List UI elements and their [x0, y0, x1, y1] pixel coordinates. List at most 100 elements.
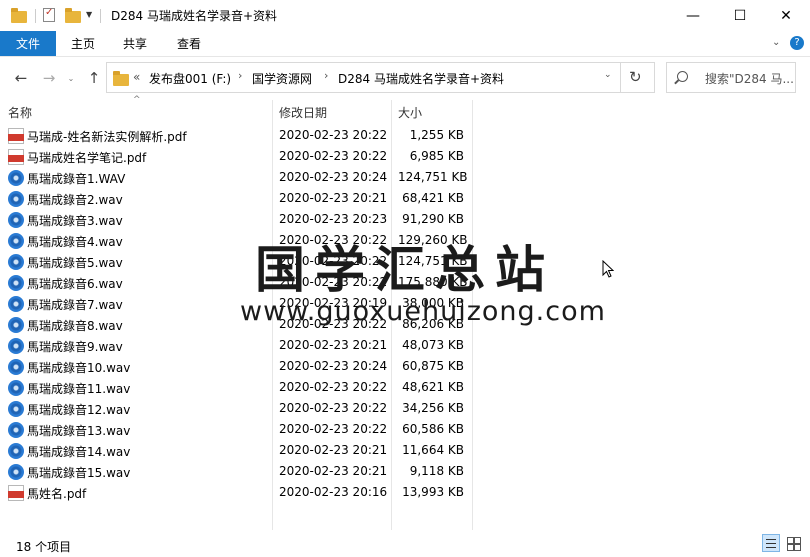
- details-view-icon[interactable]: [762, 534, 780, 552]
- file-date: 2020-02-23 20:21: [279, 191, 388, 205]
- address-folder-icon: [113, 71, 129, 86]
- maximize-button[interactable]: ☐: [717, 0, 763, 31]
- file-row[interactable]: 馬瑞成錄音11.wav 2020-02-23 20:22 48,621 KB: [0, 377, 810, 398]
- file-name[interactable]: 马瑞成-姓名新法实例解析.pdf: [27, 128, 187, 145]
- ribbon-expand-icon[interactable]: ⌄: [772, 37, 780, 48]
- tab-home[interactable]: 主页: [71, 31, 95, 56]
- file-name[interactable]: 馬瑞成錄音10.wav: [27, 359, 130, 376]
- new-folder-icon[interactable]: [65, 8, 81, 23]
- file-name[interactable]: 馬瑞成錄音12.wav: [27, 401, 130, 418]
- file-row[interactable]: 馬瑞成錄音12.wav 2020-02-23 20:22 34,256 KB: [0, 398, 810, 419]
- file-row[interactable]: 馬瑞成錄音2.wav 2020-02-23 20:21 68,421 KB: [0, 188, 810, 209]
- breadcrumb-current[interactable]: D284 马瑞成姓名学录音+资料: [338, 70, 504, 87]
- search-box[interactable]: 搜索"D284 马...: [666, 62, 796, 93]
- file-date: 2020-02-23 20:21: [279, 443, 388, 457]
- file-name[interactable]: 馬瑞成錄音5.wav: [27, 254, 123, 271]
- pdf-badge-icon: [8, 491, 24, 498]
- file-size: 9,118 KB: [409, 464, 464, 478]
- details-line: [766, 543, 776, 544]
- file-name[interactable]: 馬瑞成錄音14.wav: [27, 443, 130, 460]
- file-size: 48,621 KB: [402, 380, 464, 394]
- forward-arrow-icon[interactable]: →: [38, 68, 60, 88]
- audio-file-icon: [8, 296, 24, 312]
- file-name[interactable]: 馬瑞成錄音15.wav: [27, 464, 130, 481]
- watermark-title: 国学汇总站: [255, 241, 555, 299]
- file-date: 2020-02-23 20:23: [279, 212, 388, 226]
- help-icon[interactable]: ?: [790, 36, 804, 50]
- file-name[interactable]: 馬姓名.pdf: [27, 485, 86, 502]
- watermark-url: www.guoxuehuizong.com: [240, 296, 606, 327]
- audio-file-icon: [8, 359, 24, 375]
- refresh-icon[interactable]: ↻: [629, 68, 642, 86]
- tile-square: [787, 537, 794, 544]
- status-item-count: 18 个项目: [16, 540, 72, 554]
- file-name[interactable]: 马瑞成姓名学笔记.pdf: [27, 149, 146, 166]
- file-name[interactable]: 馬瑞成錄音6.wav: [27, 275, 123, 292]
- large-icons-view-icon[interactable]: [784, 534, 802, 552]
- file-name[interactable]: 馬瑞成錄音1.WAV: [27, 170, 125, 187]
- audio-file-icon: [8, 317, 24, 333]
- window-title: D284 马瑞成姓名学录音+资料: [111, 9, 278, 23]
- pdf-file-icon: [8, 128, 24, 144]
- pdf-badge-icon: [8, 134, 24, 141]
- up-arrow-icon[interactable]: ↑: [83, 68, 105, 88]
- audio-file-icon: [8, 212, 24, 228]
- minimize-button[interactable]: —: [670, 0, 716, 31]
- column-header-date[interactable]: 修改日期: [279, 104, 327, 121]
- file-row[interactable]: 馬瑞成錄音13.wav 2020-02-23 20:22 60,586 KB: [0, 419, 810, 440]
- file-name[interactable]: 馬瑞成錄音11.wav: [27, 380, 130, 397]
- file-row[interactable]: 马瑞成姓名学笔记.pdf 2020-02-23 20:22 6,985 KB: [0, 146, 810, 167]
- file-row[interactable]: 馬瑞成錄音1.WAV 2020-02-23 20:24 124,751 KB: [0, 167, 810, 188]
- column-header-size[interactable]: 大小: [398, 104, 422, 121]
- file-name[interactable]: 馬瑞成錄音9.wav: [27, 338, 123, 355]
- file-row[interactable]: 馬瑞成錄音3.wav 2020-02-23 20:23 91,290 KB: [0, 209, 810, 230]
- search-input[interactable]: 搜索"D284 马...: [705, 70, 794, 87]
- title-bar: ✓ ▼ D284 马瑞成姓名学录音+资料 — ☐ ✕: [0, 0, 810, 31]
- address-dropdown-icon[interactable]: ⌄: [604, 70, 612, 80]
- file-date: 2020-02-23 20:22: [279, 422, 388, 436]
- file-name[interactable]: 馬瑞成錄音3.wav: [27, 212, 123, 229]
- file-name[interactable]: 馬瑞成錄音7.wav: [27, 296, 123, 313]
- audio-file-icon: [8, 422, 24, 438]
- tile-square: [794, 537, 801, 544]
- file-size: 11,664 KB: [402, 443, 464, 457]
- breadcrumb-overflow[interactable]: «: [133, 70, 140, 84]
- file-size: 6,985 KB: [409, 149, 464, 163]
- qa-dropdown-icon[interactable]: ▼: [86, 10, 92, 19]
- tab-view[interactable]: 查看: [177, 31, 201, 56]
- back-arrow-icon[interactable]: ←: [10, 68, 32, 88]
- address-bar[interactable]: « 发布盘001 (F:) › 国学资源网 › D284 马瑞成姓名学录音+资料…: [106, 62, 655, 93]
- address-divider: [620, 63, 621, 92]
- file-name[interactable]: 馬瑞成錄音4.wav: [27, 233, 123, 250]
- breadcrumb-separator-icon[interactable]: ›: [238, 69, 242, 82]
- file-row[interactable]: 馬瑞成錄音10.wav 2020-02-23 20:24 60,875 KB: [0, 356, 810, 377]
- mouse-cursor-icon: [602, 260, 614, 278]
- file-date: 2020-02-23 20:16: [279, 485, 388, 499]
- tab-file[interactable]: 文件: [0, 31, 56, 56]
- recent-dropdown-icon[interactable]: ⌄: [60, 68, 82, 88]
- file-row[interactable]: 馬瑞成錄音9.wav 2020-02-23 20:21 48,073 KB: [0, 335, 810, 356]
- tab-share[interactable]: 共享: [123, 31, 147, 56]
- audio-file-icon: [8, 401, 24, 417]
- tile-square: [787, 544, 794, 551]
- file-name[interactable]: 馬瑞成錄音2.wav: [27, 191, 123, 208]
- file-row[interactable]: 马瑞成-姓名新法实例解析.pdf 2020-02-23 20:22 1,255 KB: [0, 125, 810, 146]
- file-date: 2020-02-23 20:22: [279, 401, 388, 415]
- close-button[interactable]: ✕: [763, 0, 809, 31]
- file-date: 2020-02-23 20:22: [279, 380, 388, 394]
- breadcrumb-drive[interactable]: 发布盘001 (F:): [149, 70, 231, 87]
- breadcrumb-separator-icon-2[interactable]: ›: [324, 69, 328, 82]
- file-name[interactable]: 馬瑞成錄音8.wav: [27, 317, 123, 334]
- file-size: 60,875 KB: [402, 359, 464, 373]
- file-name[interactable]: 馬瑞成錄音13.wav: [27, 422, 130, 439]
- column-header-name[interactable]: 名称: [8, 104, 32, 121]
- audio-file-icon: [8, 233, 24, 249]
- file-row[interactable]: 馬姓名.pdf 2020-02-23 20:16 13,993 KB: [0, 482, 810, 503]
- properties-icon[interactable]: ✓: [43, 7, 55, 22]
- audio-file-icon: [8, 170, 24, 186]
- folder-icon[interactable]: [11, 8, 27, 23]
- breadcrumb-folder[interactable]: 国学资源网: [252, 70, 312, 87]
- file-row[interactable]: 馬瑞成錄音15.wav 2020-02-23 20:21 9,118 KB: [0, 461, 810, 482]
- ribbon-tabs: 文件 主页 共享 查看 ⌄ ?: [0, 31, 810, 57]
- file-row[interactable]: 馬瑞成錄音14.wav 2020-02-23 20:21 11,664 KB: [0, 440, 810, 461]
